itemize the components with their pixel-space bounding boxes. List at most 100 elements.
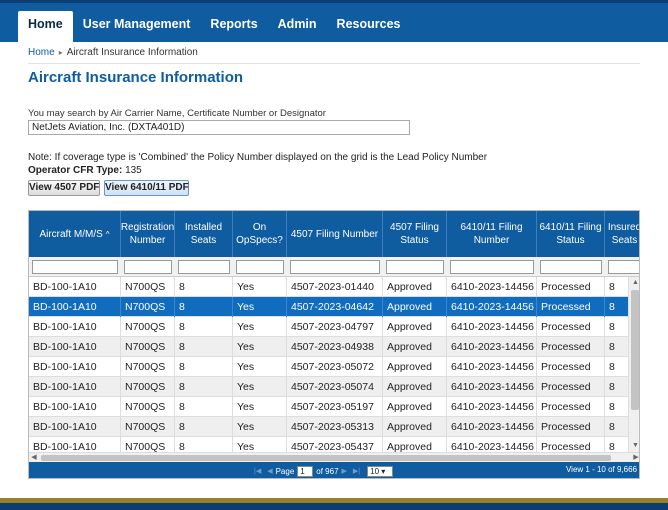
nav-tab-reports[interactable]: Reports — [200, 11, 267, 45]
column-filter-input[interactable] — [124, 260, 172, 274]
table-cell: 4507-2023-05313 — [287, 417, 383, 437]
column-filter-input[interactable] — [540, 260, 602, 274]
table-row[interactable]: BD-100-1A10 N700QS 8 Yes 4507-2023-05072 Appr… — [29, 357, 629, 377]
table-row[interactable]: BD-100-1A10 N700QS 8 Yes 4507-2023-04938 Appr… — [29, 337, 629, 357]
column-header[interactable]: Aircraft M/M/S ^ — [29, 211, 121, 257]
top-nav: Home User Management Reports Admin Resources — [0, 0, 668, 45]
table-cell: 8 — [605, 437, 629, 452]
table-cell: Processed — [537, 277, 605, 297]
table-row[interactable]: BD-100-1A10 N700QS 8 Yes 4507-2023-05437 Appr… — [29, 437, 629, 452]
nav-tab-home[interactable]: Home — [18, 11, 73, 45]
cfr-label: Operator CFR Type: — [28, 165, 123, 176]
table-cell: 4507-2023-05197 — [287, 397, 383, 417]
next-page-icon[interactable]: ▶ — [342, 467, 347, 475]
horizontal-scroll-thumb[interactable] — [41, 455, 611, 461]
table-cell: 8 — [175, 357, 233, 377]
table-cell: Yes — [233, 277, 287, 297]
divider — [28, 63, 640, 64]
scroll-down-icon[interactable]: ▼ — [629, 440, 639, 452]
table-cell: Yes — [233, 377, 287, 397]
table-row[interactable]: BD-100-1A10 N700QS 8 Yes 4507-2023-05197 Appr… — [29, 397, 629, 417]
table-cell: 6410-2023-14456 — [447, 297, 537, 317]
column-filter-input[interactable] — [386, 260, 444, 274]
table-cell: Yes — [233, 357, 287, 377]
nav-tab-admin[interactable]: Admin — [268, 11, 327, 45]
table-row[interactable]: BD-100-1A10 N700QS 8 Yes 4507-2023-05074 Appr… — [29, 377, 629, 397]
page-size-value: 10 — [370, 466, 380, 476]
column-filter-input[interactable] — [32, 260, 118, 274]
record-count: View 1 - 10 of 9,666 — [565, 465, 637, 474]
table-cell: 6410-2023-14456 — [447, 317, 537, 337]
column-filter-input[interactable] — [236, 260, 284, 274]
page-number-input[interactable] — [297, 465, 314, 477]
column-filter-input[interactable] — [290, 260, 380, 274]
column-header-label: 6410/11 Filing Number — [460, 222, 523, 246]
nav-tab-resources[interactable]: Resources — [327, 11, 411, 45]
breadcrumb-home-link[interactable]: Home — [28, 47, 55, 58]
column-header[interactable]: On OpSpecs? — [233, 211, 287, 257]
table-cell: BD-100-1A10 — [29, 437, 121, 452]
carrier-search-input[interactable] — [28, 120, 410, 135]
table-row[interactable]: BD-100-1A10 N700QS 8 Yes 4507-2023-04642 Appr… — [29, 297, 629, 317]
column-filter-input[interactable] — [178, 260, 230, 274]
scroll-up-icon[interactable]: ▲ — [629, 277, 639, 289]
table-cell: Processed — [537, 297, 605, 317]
table-cell: N700QS — [121, 397, 175, 417]
horizontal-scrollbar[interactable]: ◀ ▶ — [29, 452, 639, 462]
table-cell: 4507-2023-05072 — [287, 357, 383, 377]
table-cell: Processed — [537, 317, 605, 337]
column-header[interactable]: 6410/11 Filing Status — [537, 211, 605, 257]
footer-bar — [0, 503, 668, 510]
last-page-icon[interactable]: ▶| — [353, 467, 360, 475]
table-cell: N700QS — [121, 417, 175, 437]
table-cell: Approved — [383, 317, 447, 337]
column-header-label: Installed Seats — [184, 222, 223, 246]
grid-body: BD-100-1A10 N700QS 8 Yes 4507-2023-01440 Appr… — [29, 277, 629, 452]
table-cell: Approved — [383, 437, 447, 452]
table-cell: 8 — [605, 317, 629, 337]
column-header-label: 4507 Filing Status — [390, 222, 439, 246]
table-cell: 8 — [175, 417, 233, 437]
breadcrumb-separator-icon: ▸ — [58, 48, 63, 57]
table-cell: 6410-2023-14456 — [447, 417, 537, 437]
table-cell: BD-100-1A10 — [29, 357, 121, 377]
table-row[interactable]: BD-100-1A10 N700QS 8 Yes 4507-2023-04797 Appr… — [29, 317, 629, 337]
vertical-scroll-thumb[interactable] — [631, 290, 639, 410]
view-4507-pdf-button[interactable]: View 4507 PDF — [28, 180, 100, 196]
table-row[interactable]: BD-100-1A10 N700QS 8 Yes 4507-2023-05313 Appr… — [29, 417, 629, 437]
table-cell: BD-100-1A10 — [29, 277, 121, 297]
column-header[interactable]: 6410/11 Filing Number — [447, 211, 537, 257]
prev-page-icon[interactable]: ◀ — [267, 467, 272, 475]
table-row[interactable]: BD-100-1A10 N700QS 8 Yes 4507-2023-01440 Appr… — [29, 277, 629, 297]
page-label: Page — [275, 466, 295, 476]
table-cell: Approved — [383, 337, 447, 357]
view-6410-pdf-button[interactable]: View 6410/11 PDF — [104, 180, 189, 196]
table-cell: 8 — [605, 417, 629, 437]
table-cell: Yes — [233, 417, 287, 437]
table-cell: BD-100-1A10 — [29, 317, 121, 337]
column-header[interactable]: 4507 Filing Number — [287, 211, 383, 257]
table-cell: 4507-2023-04642 — [287, 297, 383, 317]
column-filter-input[interactable] — [608, 260, 639, 274]
table-cell: BD-100-1A10 — [29, 397, 121, 417]
vertical-scrollbar[interactable]: ▲ ▼ — [628, 277, 639, 452]
sort-ascending-icon: ^ — [105, 229, 110, 239]
table-cell: 6410-2023-14456 — [447, 357, 537, 377]
cfr-value: 135 — [125, 165, 142, 176]
table-cell: N700QS — [121, 317, 175, 337]
column-header[interactable]: Insured Seats — [605, 211, 640, 257]
column-header[interactable]: Installed Seats — [175, 211, 233, 257]
page-size-select[interactable]: 10 ▾ — [367, 465, 394, 477]
nav-tab-user-management[interactable]: User Management — [73, 11, 201, 45]
table-cell: 8 — [175, 297, 233, 317]
column-filter-input[interactable] — [450, 260, 534, 274]
table-cell: 8 — [175, 277, 233, 297]
table-cell: 8 — [605, 357, 629, 377]
column-header[interactable]: 4507 Filing Status — [383, 211, 447, 257]
column-header-label: Insured Seats — [607, 222, 640, 246]
column-header[interactable]: Registration Number — [121, 211, 175, 257]
table-cell: N700QS — [121, 437, 175, 452]
first-page-icon[interactable]: |◀ — [254, 467, 261, 475]
grid-header: Aircraft M/M/S ^ Registration Number Instal… — [29, 211, 640, 257]
table-cell: N700QS — [121, 277, 175, 297]
